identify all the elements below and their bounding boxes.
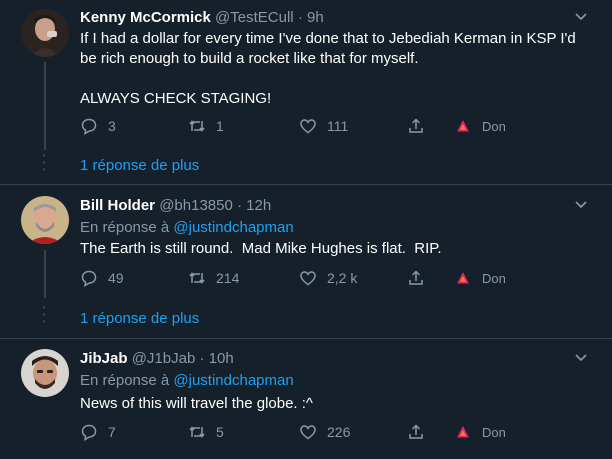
timestamp[interactable]: 12h — [246, 197, 271, 214]
heart-icon — [300, 271, 316, 286]
author-name[interactable]: Bill Holder — [80, 197, 155, 214]
share-button[interactable] — [407, 116, 435, 136]
author-handle[interactable]: @J1bJab — [132, 350, 196, 367]
share-icon — [409, 424, 423, 439]
tweet-text: If I had a dollar for every time I've do… — [80, 30, 576, 107]
tweet-header: Kenny McCormick @TestECull · 9h — [80, 9, 324, 26]
tweet[interactable]: JibJab @J1bJab · 10h En réponse à @justi… — [0, 339, 612, 459]
timestamp[interactable]: 10h — [209, 350, 234, 367]
tweet-text: News of this will travel the globe. :^ — [80, 395, 313, 412]
tweet[interactable]: Bill Holder @bh13850 · 12h En réponse à … — [0, 185, 612, 338]
heart-icon — [300, 119, 316, 134]
separator-dot: · — [199, 350, 205, 367]
tweet-header: JibJab @J1bJab · 10h — [80, 350, 234, 367]
avatar[interactable] — [21, 349, 69, 397]
separator-dot: · — [236, 197, 242, 214]
show-more-replies-link[interactable]: 1 réponse de plus — [80, 157, 199, 174]
retweet-count: 1 — [216, 118, 224, 134]
thread-dots — [43, 306, 47, 327]
share-button[interactable] — [407, 422, 435, 442]
tweet[interactable]: Kenny McCormick @TestECull · 9h If I had… — [0, 0, 612, 185]
like-count: 2,2 k — [327, 270, 358, 286]
reply-button[interactable]: 3 — [80, 116, 116, 136]
brave-triangle-icon — [457, 426, 469, 438]
reply-prefix: En réponse à — [80, 372, 170, 389]
donate-button[interactable]: Don — [456, 268, 506, 288]
reply-mention-link[interactable]: @justindchapman — [173, 219, 293, 236]
donate-label: Don — [482, 270, 506, 286]
thread-dots — [43, 154, 47, 175]
retweet-icon — [189, 426, 205, 438]
reply-context: En réponse à @justindchapman — [80, 219, 294, 236]
tweet-actions: 49 214 2,2 k Don — [80, 268, 600, 288]
show-more-replies-link[interactable]: 1 réponse de plus — [80, 310, 199, 327]
avatar[interactable] — [21, 9, 69, 57]
reply-icon — [81, 270, 97, 287]
tweet-header: Bill Holder @bh13850 · 12h — [80, 197, 271, 214]
author-name[interactable]: Kenny McCormick — [80, 9, 211, 26]
reply-button[interactable]: 7 — [80, 422, 116, 442]
tweet-text: The Earth is still round. Mad Mike Hughe… — [80, 240, 442, 257]
author-handle[interactable]: @TestECull — [215, 9, 294, 26]
thread-line — [44, 250, 46, 298]
reply-icon — [81, 424, 97, 441]
tweet-actions: 3 1 111 Don — [80, 116, 600, 136]
retweet-button[interactable]: 5 — [188, 422, 224, 442]
reply-context: En réponse à @justindchapman — [80, 372, 294, 389]
like-button[interactable]: 2,2 k — [299, 268, 357, 288]
avatar[interactable] — [21, 196, 69, 244]
chevron-down-icon[interactable] — [574, 198, 588, 212]
author-handle[interactable]: @bh13850 — [159, 197, 233, 214]
chevron-down-icon[interactable] — [574, 10, 588, 24]
more-replies-row[interactable]: 1 réponse de plus — [0, 148, 612, 184]
retweet-count: 5 — [216, 424, 224, 440]
tweet-actions: 7 5 226 Don — [80, 422, 600, 442]
separator-dot: · — [297, 9, 303, 26]
chevron-down-icon[interactable] — [574, 351, 588, 365]
brave-triangle-icon — [457, 272, 469, 284]
more-replies-row[interactable]: 1 réponse de plus — [0, 300, 612, 336]
donate-label: Don — [482, 118, 506, 134]
reply-count: 7 — [108, 424, 116, 440]
retweet-button[interactable]: 214 — [188, 268, 239, 288]
like-button[interactable]: 226 — [299, 422, 350, 442]
author-name[interactable]: JibJab — [80, 350, 128, 367]
reply-icon — [81, 118, 97, 135]
share-button[interactable] — [407, 268, 435, 288]
reply-mention-link[interactable]: @justindchapman — [173, 372, 293, 389]
reply-count: 3 — [108, 118, 116, 134]
donate-button[interactable]: Don — [456, 422, 506, 442]
donate-label: Don — [482, 424, 506, 440]
share-icon — [409, 270, 423, 285]
share-icon — [409, 118, 423, 133]
retweet-icon — [189, 272, 205, 284]
like-button[interactable]: 111 — [299, 116, 348, 136]
reply-button[interactable]: 49 — [80, 268, 124, 288]
retweet-count: 214 — [216, 270, 240, 286]
reply-count: 49 — [108, 270, 124, 286]
donate-button[interactable]: Don — [456, 116, 506, 136]
like-count: 111 — [327, 118, 349, 134]
brave-triangle-icon — [457, 120, 469, 132]
retweet-button[interactable]: 1 — [188, 116, 224, 136]
timestamp[interactable]: 9h — [307, 9, 324, 26]
heart-icon — [300, 425, 316, 440]
reply-prefix: En réponse à — [80, 219, 170, 236]
retweet-icon — [189, 120, 205, 132]
like-count: 226 — [327, 424, 351, 440]
thread-line — [44, 62, 46, 150]
